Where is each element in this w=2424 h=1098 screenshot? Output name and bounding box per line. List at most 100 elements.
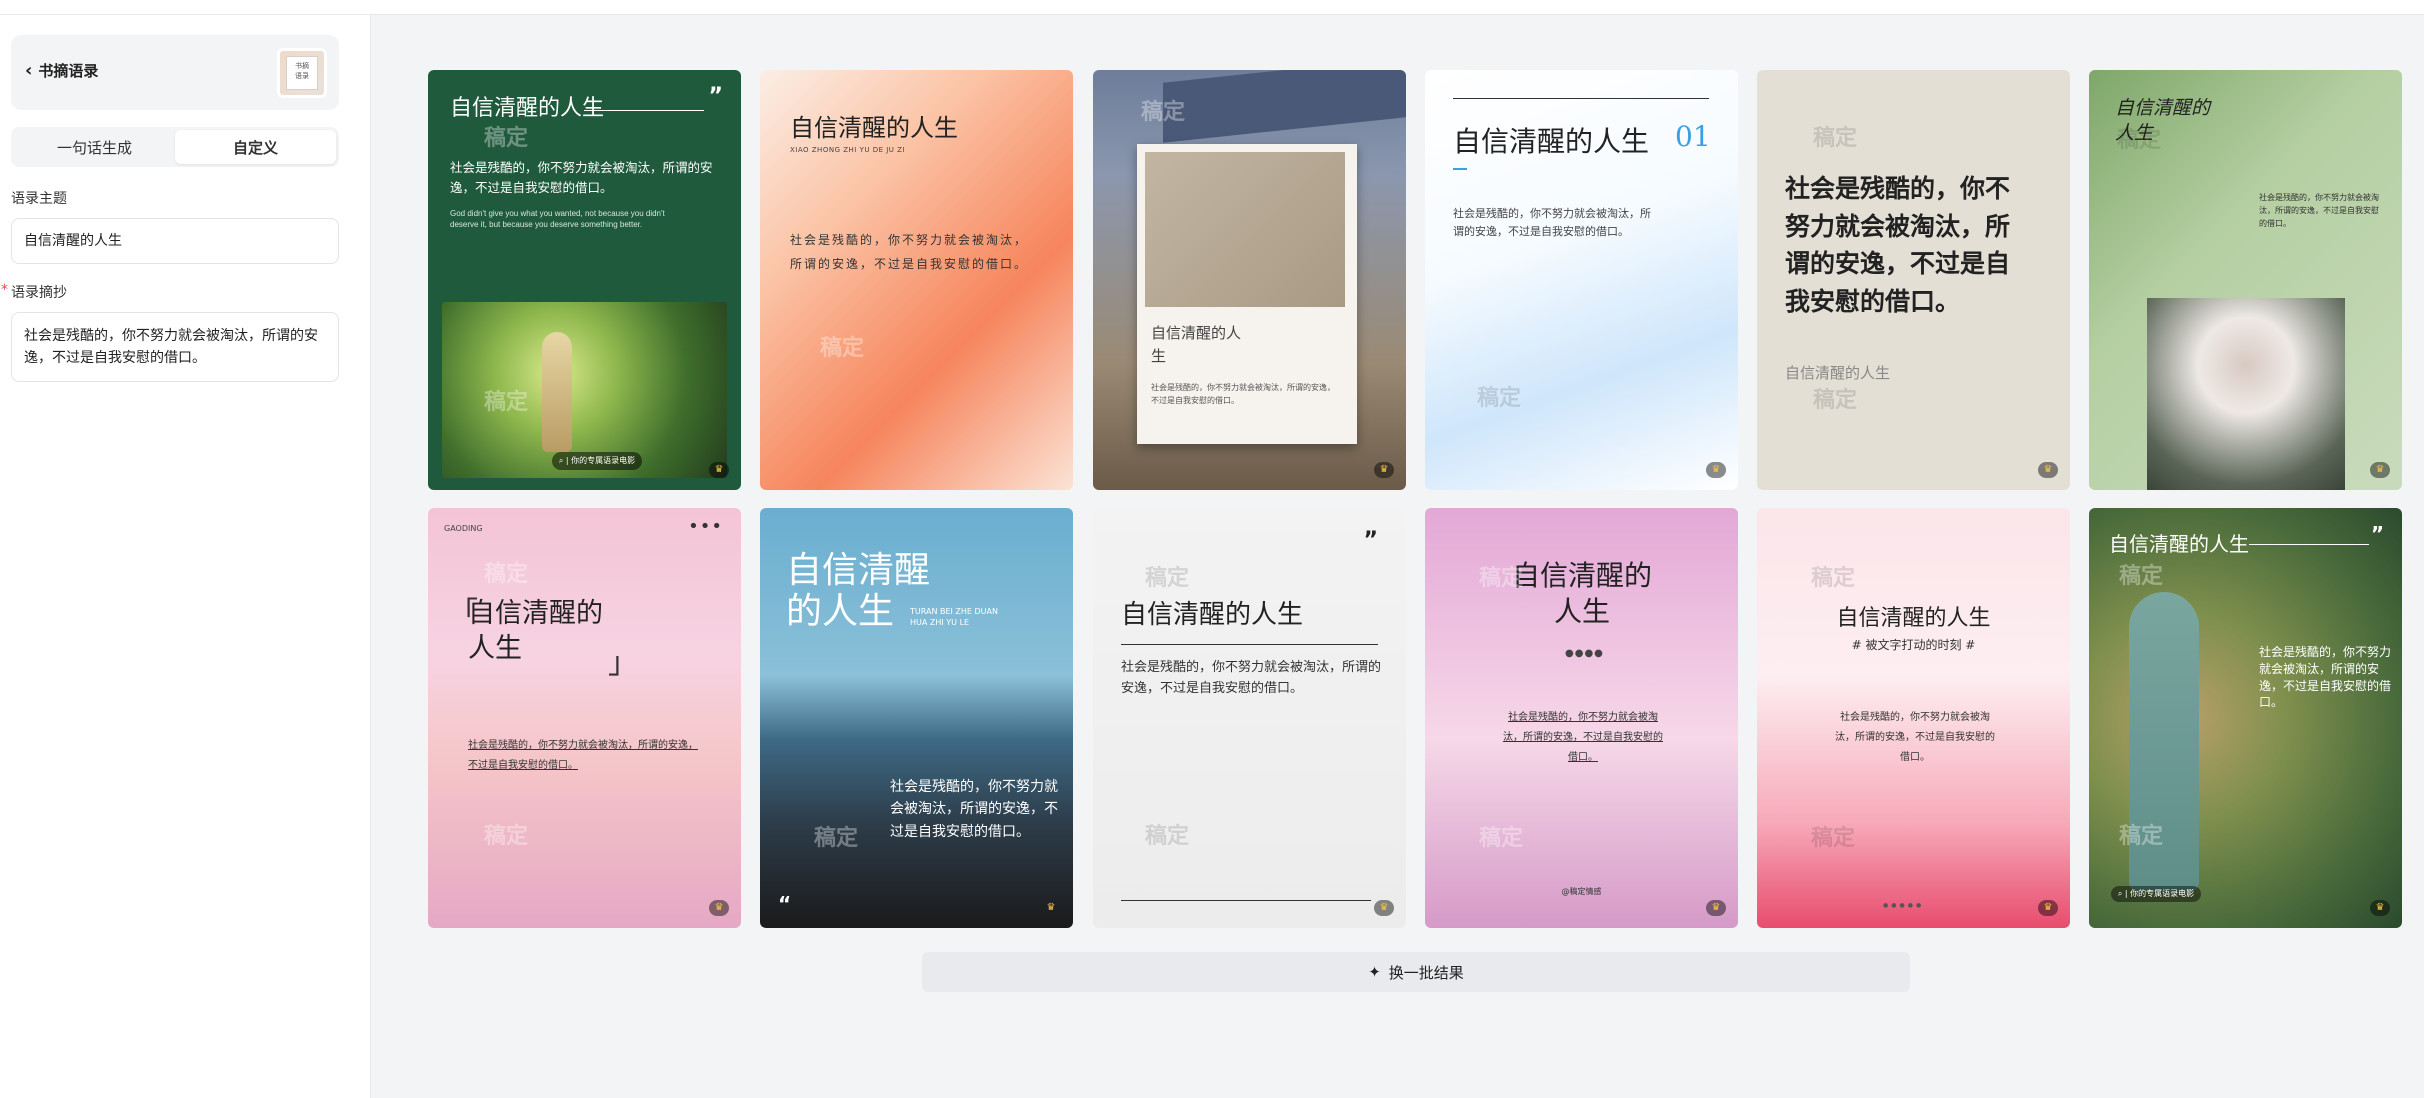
divider [1121,644,1378,645]
card-tag-text: | 你的专属语录电影 [565,456,636,465]
book-stack [1163,70,1406,143]
template-thumbnail: 书摘 语录 [277,48,327,98]
card-body: 社会是残酷的，你不努力就会被淘汰，所谓的安逸，不过是自我安慰的借口。 [468,740,698,771]
tab-custom[interactable]: 自定义 [175,130,336,164]
template-card[interactable]: 自信清醒的人生 ” 社会是残酷的，你不努力就会被淘汰，所谓的安逸，不过是自我安慰… [2089,508,2402,928]
card-subtitle: 自信清醒的人生 [1785,364,1891,382]
template-card[interactable]: 自信清醒的人生 ●●●● 社会是残酷的，你不努力就会被淘汰，所谓的安逸，不过是自… [1425,508,1738,928]
template-card[interactable]: 社会是残酷的，你不努力就会被淘汰，所谓的安逸，不过是自我安慰的借口。 自信清醒的… [1757,70,2070,490]
crown-icon: ♛ [1374,462,1394,478]
brand-label: GAODING [444,524,483,533]
refresh-label: 换一批结果 [1388,963,1464,982]
watermark: 稿定 [1479,826,1524,851]
quote-icon: ” [2370,522,2384,546]
watermark: 稿定 [820,336,865,361]
watermark: 稿定 [1145,824,1190,849]
card-body: 社会是残酷的，你不努力就会被淘汰，所谓的安逸，不过是自我安慰的借口。 [790,233,1029,271]
card-tag: @稿定情感 [1561,887,1602,896]
card-body: 社会是残酷的，你不努力就会被淘汰，所谓的安逸，不过是自我安慰的借口。 [2259,193,2379,228]
crown-icon: ♛ [1706,900,1726,916]
required-marker: * [1,282,8,298]
card-subtitle: TURAN BEI ZHE DUAN HUA ZHI YU LE [910,607,998,628]
crown-icon: ♛ [2038,462,2058,478]
crown-icon: ♛ [2038,900,2058,916]
card-tag: ⌕ | 你的专属语录电影 [2111,886,2201,902]
top-bar [0,0,2424,15]
template-card[interactable]: 自信清醒的人生 # 被文字打动的时刻 # 社会是残酷的，你不努力就会被淘汰，所谓… [1757,508,2070,928]
card-title: 自信清醒的人生 [790,114,958,142]
template-card[interactable]: ” 自信清醒的人生 社会是残酷的，你不努力就会被淘汰，所谓的安逸，不过是自我安慰… [1093,508,1406,928]
crown-icon: ♛ [2370,462,2390,478]
watermark: 稿定 [1813,126,1858,151]
search-icon: ⌕ [558,456,564,465]
watermark: 稿定 [814,826,859,851]
template-card[interactable]: GAODING ••• 「 自信清醒的人生 」 社会是残酷的，你不努力就会被淘汰… [428,508,741,928]
watermark: 稿定 [1811,826,1856,851]
card-tag-text: | 你的专属语录电影 [2124,889,2195,898]
template-header: ‹ 书摘语录 书摘 语录 [11,35,339,110]
sparkle-icon: ✦ [1368,963,1381,981]
template-card[interactable]: 自信清醒的人生 XIAO ZHONG ZHI YU DE JU ZI 社会是残酷… [760,70,1073,490]
excerpt-label: 语录摘抄 [11,285,67,301]
figure [2129,592,2199,892]
back-label: 书摘语录 [38,62,99,80]
watermark: 稿定 [1477,386,1522,411]
topic-input[interactable]: 自信清醒的人生 [11,218,339,264]
quote-icon: “ [778,892,792,916]
mode-tabs: 一句话生成 自定义 [11,127,339,167]
divider [1121,900,1371,901]
dots: ●●●● [1565,648,1604,659]
divider [2249,544,2369,545]
crown-icon: ♛ [709,462,729,478]
card-title: 自信清醒的人生 [468,598,603,665]
watermark: 稿定 [1813,388,1858,413]
card-title: 自信清醒的人生 [1453,125,1650,158]
watermark: 稿定 [484,562,529,587]
template-card[interactable]: 自信清醒的人生 ” 社会是残酷的，你不努力就会被淘汰，所谓的安逸，不过是自我安慰… [428,70,741,490]
divider [1453,98,1709,99]
chevron-left-icon: ‹ [25,59,33,81]
card-subtitle: # 被文字打动的时刻 # [1851,638,1976,652]
card-tag: ⌕ | 你的专属语录电影 [552,452,642,470]
page-dots: ●●●●● [1883,902,1925,909]
accent-bar [1453,168,1467,170]
back-button[interactable]: ‹ 书摘语录 [25,60,98,81]
crown-icon: ♛ [1706,462,1726,478]
card-body: 社会是残酷的，你不努力就会被淘汰，所谓的安逸，不过是自我安慰的借口。 [1453,208,1651,238]
portrait-photo [2147,298,2345,490]
template-card[interactable]: 自信清醒的人生 01 社会是残酷的，你不努力就会被淘汰，所谓的安逸，不过是自我安… [1425,70,1738,490]
sidebar: ‹ 书摘语录 书摘 语录 一句话生成 自定义 语录主题 自信清醒的人生 * 语录摘… [0,15,371,1098]
watermark: 稿定 [1145,566,1190,591]
card-body: 社会是残酷的，你不努力就会被淘汰，所谓的安逸，不过是自我安慰的借口。 [1151,383,1335,405]
divider [584,110,704,111]
card-body: 社会是残酷的，你不努力就会被淘汰，所谓的安逸，不过是自我安慰的借口。 [1835,712,1995,763]
refresh-results-button[interactable]: ✦ 换一批结果 [922,952,1910,992]
card-title: 自信清醒的人生 [1511,559,1652,629]
watermark: 稿定 [2119,564,2164,589]
card-body: 社会是残酷的，你不努力就会被淘汰，所谓的安逸，不过是自我安慰的借口。 [450,160,713,195]
crown-icon: ♛ [1374,900,1394,916]
card-subtitle: XIAO ZHONG ZHI YU DE JU ZI [790,146,905,154]
tab-one-sentence[interactable]: 一句话生成 [14,130,175,164]
crown-icon: ♛ [2370,900,2390,916]
card-title: 自信清醒的人生 [2109,532,2249,556]
excerpt-textarea[interactable]: 社会是残酷的，你不努力就会被淘汰，所谓的安逸，不过是自我安慰的借口。 [11,312,339,382]
card-title: 自信清醒的人生 [450,96,605,121]
template-card[interactable]: 自信清醒的人生 社会是残酷的，你不努力就会被淘汰，所谓的安逸，不过是自我安慰的借… [2089,70,2402,490]
card-title: 自信清醒的人生 [2115,97,2211,144]
card-number: 01 [1675,120,1711,153]
template-card[interactable]: 自信清醒的人生 社会是残酷的，你不努力就会被淘汰，所谓的安逸，不过是自我安慰的借… [1093,70,1406,490]
card-title: 社会是残酷的，你不努力就会被淘汰，所谓的安逸，不过是自我安慰的借口。 [1785,174,2011,316]
quote-icon: ” [1363,528,1378,553]
card-english: God didn't give you what you wanted, not… [450,209,665,230]
card-title: 自信清醒的人生 [1121,600,1304,630]
excerpt-label-wrap: * 语录摘抄 [1,282,67,302]
thumbnail-text: 书摘 语录 [286,56,318,90]
template-card[interactable]: 自信清醒的人生 TURAN BEI ZHE DUAN HUA ZHI YU LE… [760,508,1073,928]
card-body: 社会是残酷的，你不努力就会被淘汰，所谓的安逸，不过是自我安慰的借口。 [2259,645,2392,710]
bracket-close: 」 [608,646,638,681]
crown-icon: ♛ [1046,902,1056,913]
watermark: 稿定 [484,824,529,849]
more-icon: ••• [688,516,723,537]
topic-label: 语录主题 [11,191,67,207]
